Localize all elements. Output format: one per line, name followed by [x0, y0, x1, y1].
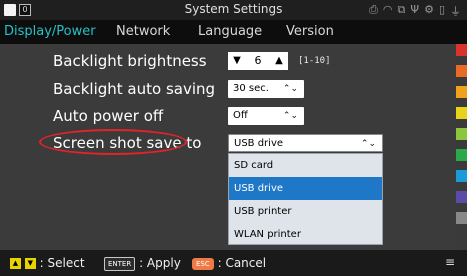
decrease-button[interactable]: ▼ — [228, 52, 246, 70]
tab-display-power[interactable]: Display/Power — [4, 20, 96, 44]
screenshot-save-to-value: USB drive — [234, 138, 284, 149]
backlight-auto-saving-select[interactable]: 30 sec. ⌃⌄ — [228, 80, 304, 98]
color-swatch — [456, 44, 467, 56]
arrow-down-key-icon: ▼ — [24, 258, 36, 269]
color-swatch — [456, 170, 467, 182]
menu-icon[interactable]: ≡ — [445, 255, 455, 269]
option-usb-printer[interactable]: USB printer — [229, 200, 382, 223]
apply-hint-label: : Apply — [139, 256, 181, 270]
highlight-ellipse — [39, 129, 187, 155]
power-plug-icon: ⏚ — [450, 5, 461, 18]
option-wlan-printer[interactable]: WLAN printer — [229, 223, 382, 246]
footer-hint-bar: ▲ ▼ : Select ENTER : Apply ESC : Cancel … — [0, 250, 467, 276]
backlight-auto-saving-label: Backlight auto saving — [53, 80, 216, 98]
color-swatch — [456, 86, 467, 98]
option-sd-card[interactable]: SD card — [229, 154, 382, 177]
brightness-stepper: ▼ 6 ▲ [1-10] — [228, 52, 331, 70]
color-swatch — [456, 65, 467, 77]
updown-icon: ⌃⌄ — [282, 84, 298, 94]
save-location-dropdown: SD card USB drive USB printer WLAN print… — [228, 153, 383, 245]
cancel-hint-label: : Cancel — [217, 256, 267, 270]
color-swatch — [456, 191, 467, 203]
network-icon: ⧉ — [397, 3, 406, 16]
brightness-value: 6 — [246, 52, 270, 70]
auto-power-off-value: Off — [233, 110, 248, 121]
select-hint: ▲ ▼ : Select — [10, 256, 85, 270]
auto-power-off-select[interactable]: Off ⌃⌄ — [228, 107, 304, 125]
tab-bar: Display/Power Network Language Version — [0, 20, 467, 44]
sd-card-icon: ▯ — [438, 3, 445, 16]
color-swatch — [456, 212, 467, 224]
cancel-hint: ESC : Cancel — [192, 256, 266, 270]
increase-button[interactable]: ▲ — [270, 52, 288, 70]
brightness-range: [1-10] — [298, 56, 331, 66]
updown-icon: ⌃⌄ — [360, 139, 376, 149]
color-swatch — [456, 128, 467, 140]
title-bar: 0 System Settings ⎙ ◠ ⧉ Ψ ⚙ ▯ ⏚ — [0, 0, 467, 20]
tab-language[interactable]: Language — [198, 20, 262, 44]
select-hint-label: : Select — [39, 256, 85, 270]
option-usb-drive[interactable]: USB drive — [229, 177, 382, 200]
color-strip — [456, 44, 467, 250]
usb-icon: Ψ — [410, 3, 420, 16]
backlight-brightness-label: Backlight brightness — [53, 52, 207, 70]
updown-icon: ⌃⌄ — [282, 111, 298, 121]
tab-version[interactable]: Version — [286, 20, 334, 44]
wifi-icon: ◠ — [382, 3, 393, 16]
apply-hint: ENTER : Apply — [104, 256, 181, 271]
tab-network[interactable]: Network — [116, 20, 170, 44]
color-swatch — [456, 149, 467, 161]
status-icons: ⎙ ◠ ⧉ Ψ ⚙ ▯ ⏚ — [369, 3, 461, 19]
settings-icon: ⚙ — [424, 3, 434, 16]
color-swatch — [456, 107, 467, 119]
enter-key-icon: ENTER — [104, 256, 136, 271]
printer-icon: ⎙ — [369, 3, 378, 16]
screenshot-save-to-select[interactable]: USB drive ⌃⌄ — [228, 134, 383, 152]
auto-power-off-label: Auto power off — [53, 107, 164, 125]
esc-key-icon: ESC — [192, 257, 214, 270]
backlight-auto-saving-value: 30 sec. — [233, 83, 269, 94]
arrow-up-key-icon: ▲ — [10, 258, 21, 269]
